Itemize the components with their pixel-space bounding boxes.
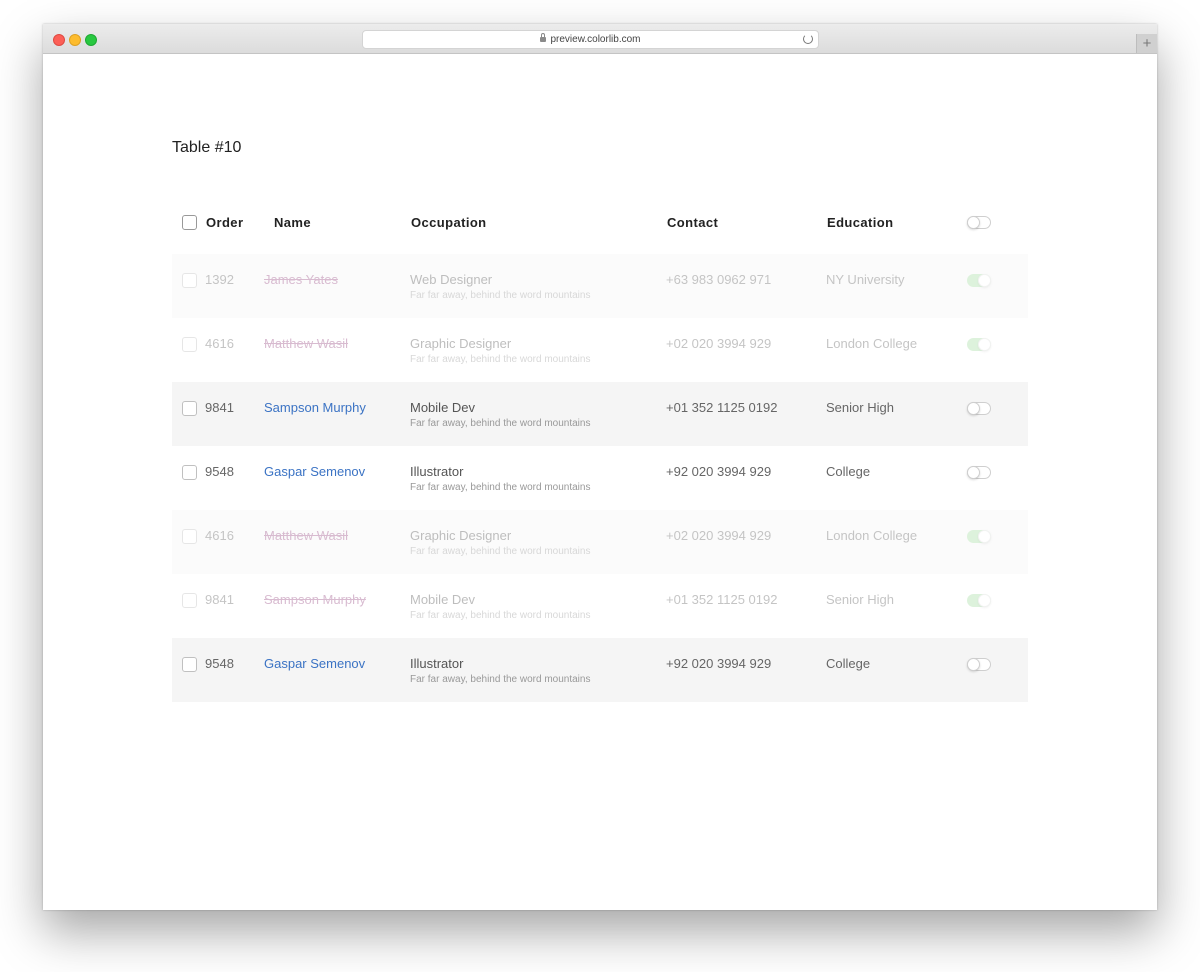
toggle-knob — [967, 216, 980, 229]
row-checkbox[interactable] — [182, 529, 197, 544]
address-bar[interactable]: preview.colorlib.com — [362, 30, 819, 49]
contact-text: +02 020 3994 929 — [666, 336, 772, 351]
column-header-contact[interactable]: Contact — [667, 215, 718, 230]
order-number: 4616 — [205, 528, 234, 543]
column-header-education[interactable]: Education — [827, 215, 893, 230]
table-row: 4616 Matthew Wasil Graphic Designer Far … — [172, 510, 1028, 574]
contact-text: +01 352 1125 0192 — [666, 592, 778, 607]
order-number: 9841 — [205, 592, 234, 607]
new-tab-button[interactable]: + — [1136, 34, 1157, 53]
browser-titlebar: preview.colorlib.com + — [43, 24, 1157, 54]
table-row: 4616 Matthew Wasil Graphic Designer Far … — [172, 318, 1028, 382]
minimize-window-icon[interactable] — [69, 34, 81, 46]
education-text: College — [826, 464, 871, 479]
occupation-text: Illustrator — [410, 464, 464, 479]
row-toggle-switch[interactable] — [967, 594, 991, 607]
name-link[interactable]: Gaspar Semenov — [264, 464, 365, 479]
lock-icon — [540, 33, 547, 42]
toggle-knob — [967, 658, 980, 671]
column-header-name[interactable]: Name — [274, 215, 311, 230]
browser-window: preview.colorlib.com + Table #10 Order N… — [43, 24, 1157, 910]
table-row: 1392 James Yates Web Designer Far far aw… — [172, 254, 1028, 318]
toggle-knob — [978, 338, 991, 351]
order-number: 9841 — [205, 400, 234, 415]
table-row: 9841 Sampson Murphy Mobile Dev Far far a… — [172, 382, 1028, 446]
row-checkbox[interactable] — [182, 273, 197, 288]
toggle-knob — [978, 274, 991, 287]
maximize-window-icon[interactable] — [85, 34, 97, 46]
contact-text: +92 020 3994 929 — [666, 464, 772, 479]
name-link[interactable]: Sampson Murphy — [264, 400, 366, 415]
column-header-order[interactable]: Order — [206, 215, 243, 230]
row-toggle-switch[interactable] — [967, 530, 991, 543]
toggle-knob — [978, 530, 991, 543]
contact-text: +92 020 3994 929 — [666, 656, 772, 671]
occupation-description: Far far away, behind the word mountains — [410, 290, 591, 301]
toggle-knob — [967, 402, 980, 415]
occupation-description: Far far away, behind the word mountains — [410, 482, 591, 493]
toggle-all-switch[interactable] — [967, 216, 991, 229]
occupation-text: Illustrator — [410, 656, 464, 671]
occupation-text: Web Designer — [410, 272, 493, 287]
name-link[interactable]: Matthew Wasil — [264, 528, 348, 543]
select-all-checkbox[interactable] — [182, 215, 197, 230]
row-toggle-switch[interactable] — [967, 338, 991, 351]
reload-icon[interactable] — [803, 34, 813, 44]
table-row: 9548 Gaspar Semenov Illustrator Far far … — [172, 446, 1028, 510]
table-row: 9841 Sampson Murphy Mobile Dev Far far a… — [172, 574, 1028, 638]
occupation-description: Far far away, behind the word mountains — [410, 674, 591, 685]
row-checkbox[interactable] — [182, 337, 197, 352]
contact-text: +01 352 1125 0192 — [666, 400, 778, 415]
row-checkbox[interactable] — [182, 465, 197, 480]
close-window-icon[interactable] — [53, 34, 65, 46]
education-text: NY University — [826, 272, 905, 287]
toggle-knob — [967, 466, 980, 479]
row-checkbox[interactable] — [182, 657, 197, 672]
contact-text: +02 020 3994 929 — [666, 528, 772, 543]
order-number: 9548 — [205, 464, 234, 479]
name-link[interactable]: Sampson Murphy — [264, 592, 366, 607]
occupation-text: Graphic Designer — [410, 528, 512, 543]
row-checkbox[interactable] — [182, 593, 197, 608]
row-checkbox[interactable] — [182, 401, 197, 416]
order-number: 9548 — [205, 656, 234, 671]
occupation-description: Far far away, behind the word mountains — [410, 354, 591, 365]
row-toggle-switch[interactable] — [967, 658, 991, 671]
row-toggle-switch[interactable] — [967, 274, 991, 287]
order-number: 4616 — [205, 336, 234, 351]
page-title: Table #10 — [172, 139, 242, 156]
toggle-knob — [978, 594, 991, 607]
table-row: 9548 Gaspar Semenov Illustrator Far far … — [172, 638, 1028, 702]
occupation-text: Mobile Dev — [410, 400, 476, 415]
row-toggle-switch[interactable] — [967, 466, 991, 479]
table-header: Order Name Occupation Contact Education — [172, 204, 1028, 254]
occupation-description: Far far away, behind the word mountains — [410, 418, 591, 429]
name-link[interactable]: Matthew Wasil — [264, 336, 348, 351]
education-text: Senior High — [826, 592, 894, 607]
education-text: London College — [826, 336, 918, 351]
occupation-text: Mobile Dev — [410, 592, 476, 607]
order-number: 1392 — [205, 272, 234, 287]
name-link[interactable]: Gaspar Semenov — [264, 656, 365, 671]
occupation-text: Graphic Designer — [410, 336, 512, 351]
data-table: Order Name Occupation Contact Education … — [172, 204, 1028, 702]
occupation-description: Far far away, behind the word mountains — [410, 610, 591, 621]
education-text: London College — [826, 528, 918, 543]
occupation-description: Far far away, behind the word mountains — [410, 546, 591, 557]
education-text: College — [826, 656, 871, 671]
name-link[interactable]: James Yates — [264, 272, 338, 287]
row-toggle-switch[interactable] — [967, 402, 991, 415]
education-text: Senior High — [826, 400, 894, 415]
url-text: preview.colorlib.com — [550, 34, 641, 45]
column-header-occupation[interactable]: Occupation — [411, 215, 487, 230]
contact-text: +63 983 0962 971 — [666, 272, 772, 287]
